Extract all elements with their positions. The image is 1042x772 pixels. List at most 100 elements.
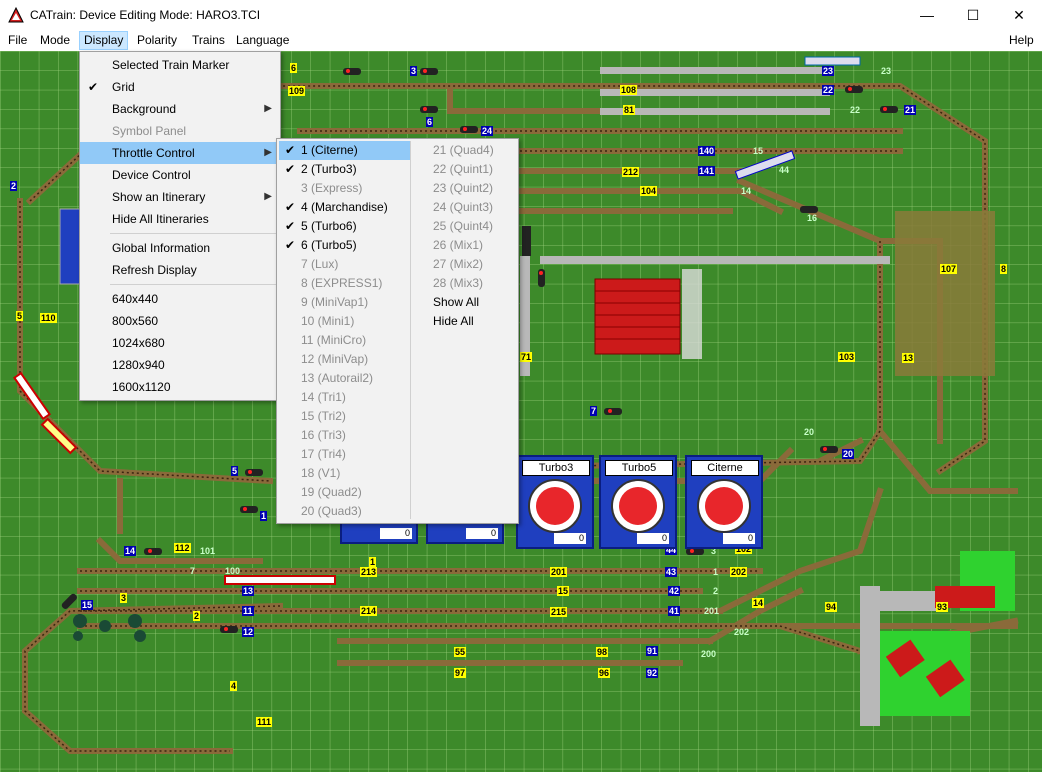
- minimize-button[interactable]: —: [904, 0, 950, 30]
- sensor-label[interactable]: 100: [224, 566, 241, 576]
- block-label[interactable]: 6: [426, 117, 434, 127]
- track-label[interactable]: 13: [902, 353, 915, 363]
- throttle-item-2[interactable]: ✔ 2 (Turbo3): [279, 160, 357, 179]
- block-label[interactable]: 42: [668, 586, 681, 596]
- track-label[interactable]: 81: [623, 105, 636, 115]
- show-all-throttles[interactable]: Show All: [411, 293, 479, 312]
- block-label[interactable]: 41: [668, 606, 681, 616]
- track-label[interactable]: 104: [640, 186, 658, 196]
- track-label[interactable]: 97: [454, 668, 467, 678]
- track-label[interactable]: 98: [596, 647, 609, 657]
- throttle-item-1[interactable]: ✔ 1 (Citerne): [279, 141, 410, 160]
- sensor-label[interactable]: 201: [703, 606, 720, 616]
- block-label[interactable]: 141: [698, 166, 716, 176]
- throttle-item-6[interactable]: ✔ 6 (Turbo5): [279, 236, 357, 255]
- block-label[interactable]: 21: [904, 105, 917, 115]
- throttle-turbo5[interactable]: Turbo5 0: [599, 455, 677, 549]
- menu-polarity[interactable]: Polarity: [133, 32, 181, 49]
- menu-item-1024x680[interactable]: 1024x680: [80, 332, 280, 354]
- sensor-label[interactable]: 16: [806, 213, 818, 223]
- track-label[interactable]: 110: [40, 313, 57, 323]
- menu-item-background[interactable]: Background ▶: [80, 98, 280, 120]
- track-label[interactable]: 3: [120, 593, 128, 603]
- menu-file[interactable]: File: [4, 32, 31, 49]
- sensor-label[interactable]: 14: [740, 186, 752, 196]
- menu-item-show-itinerary[interactable]: Show an Itinerary ▶: [80, 186, 280, 208]
- track-label[interactable]: 96: [598, 668, 611, 678]
- track-label[interactable]: 5: [16, 311, 24, 321]
- sensor-label[interactable]: 22: [849, 105, 861, 115]
- track-label[interactable]: 213: [360, 567, 378, 577]
- sensor-label[interactable]: 2: [712, 586, 719, 596]
- menu-language[interactable]: Language: [232, 32, 293, 49]
- hide-all-throttles[interactable]: Hide All: [411, 312, 474, 331]
- sensor-label[interactable]: 15: [752, 146, 764, 156]
- menu-item-throttle-control[interactable]: Throttle Control ▶: [80, 142, 280, 164]
- maximize-button[interactable]: ☐: [950, 0, 996, 30]
- sensor-label[interactable]: 202: [733, 627, 750, 637]
- track-label[interactable]: 2: [193, 611, 201, 621]
- track-label[interactable]: 1: [369, 557, 377, 567]
- block-label[interactable]: 2: [10, 181, 18, 191]
- block-label[interactable]: 140: [698, 146, 716, 156]
- track-label[interactable]: 112: [174, 543, 191, 553]
- track-label[interactable]: 94: [825, 602, 838, 612]
- track-label[interactable]: 107: [940, 264, 958, 274]
- menu-trains[interactable]: Trains: [188, 32, 229, 49]
- track-label[interactable]: 4: [230, 681, 238, 691]
- track-label[interactable]: 55: [454, 647, 467, 657]
- throttle-turbo3[interactable]: Turbo3 0: [516, 455, 594, 549]
- sensor-label[interactable]: 101: [199, 546, 216, 556]
- throttle-dial[interactable]: [528, 479, 582, 533]
- block-label[interactable]: 7: [590, 406, 598, 416]
- track-label[interactable]: 109: [288, 86, 306, 96]
- menu-item-1600x1120[interactable]: 1600x1120: [80, 376, 280, 398]
- track-label[interactable]: 71: [520, 352, 533, 362]
- track-label[interactable]: 14: [752, 598, 765, 608]
- menu-mode[interactable]: Mode: [36, 32, 74, 49]
- menu-item-640x440[interactable]: 640x440: [80, 288, 280, 310]
- menu-help[interactable]: Help: [1005, 32, 1038, 49]
- track-label[interactable]: 8: [1000, 264, 1008, 274]
- sensor-label[interactable]: 1: [712, 567, 719, 577]
- block-label[interactable]: 3: [410, 66, 418, 76]
- block-label[interactable]: 22: [822, 85, 835, 95]
- menu-item-grid[interactable]: ✔ Grid: [80, 76, 280, 98]
- block-label[interactable]: 5: [231, 466, 239, 476]
- track-label[interactable]: 212: [622, 167, 640, 177]
- menu-item-1280x940[interactable]: 1280x940: [80, 354, 280, 376]
- throttle-item-5[interactable]: ✔ 5 (Turbo6): [279, 217, 357, 236]
- sensor-label[interactable]: 20: [803, 427, 815, 437]
- track-label[interactable]: 108: [620, 85, 638, 95]
- block-label[interactable]: 43: [665, 567, 678, 577]
- close-button[interactable]: ✕: [996, 0, 1042, 30]
- menu-item-selected-train-marker[interactable]: Selected Train Marker: [80, 54, 280, 76]
- track-label[interactable]: 111: [256, 717, 273, 727]
- sensor-label[interactable]: 7: [189, 566, 196, 576]
- track-label[interactable]: 215: [550, 607, 568, 617]
- throttle-item-4[interactable]: ✔ 4 (Marchandise): [279, 198, 388, 217]
- sensor-label[interactable]: 44: [778, 165, 790, 175]
- sensor-label[interactable]: 200: [700, 649, 717, 659]
- sensor-label[interactable]: 23: [880, 66, 892, 76]
- track-label[interactable]: 201: [550, 567, 568, 577]
- block-label[interactable]: 91: [646, 646, 659, 656]
- block-label[interactable]: 20: [842, 449, 855, 459]
- track-label[interactable]: 15: [557, 586, 570, 596]
- block-label[interactable]: 11: [242, 606, 254, 616]
- menu-item-refresh-display[interactable]: Refresh Display: [80, 259, 280, 281]
- track-label[interactable]: 93: [936, 602, 949, 612]
- block-label[interactable]: 13: [242, 586, 255, 596]
- block-label[interactable]: 24: [481, 126, 494, 136]
- throttle-dial[interactable]: [611, 479, 665, 533]
- menu-item-device-control[interactable]: Device Control: [80, 164, 280, 186]
- block-label[interactable]: 14: [124, 546, 137, 556]
- track-label[interactable]: 214: [360, 606, 378, 616]
- menu-item-800x560[interactable]: 800x560: [80, 310, 280, 332]
- throttle-citerne[interactable]: Citerne 0: [685, 455, 763, 549]
- block-label[interactable]: 12: [242, 627, 255, 637]
- track-label[interactable]: 6: [290, 63, 298, 73]
- block-label[interactable]: 1: [260, 511, 268, 521]
- menu-item-hide-all-itineraries[interactable]: Hide All Itineraries: [80, 208, 280, 230]
- block-label[interactable]: 15: [81, 600, 94, 610]
